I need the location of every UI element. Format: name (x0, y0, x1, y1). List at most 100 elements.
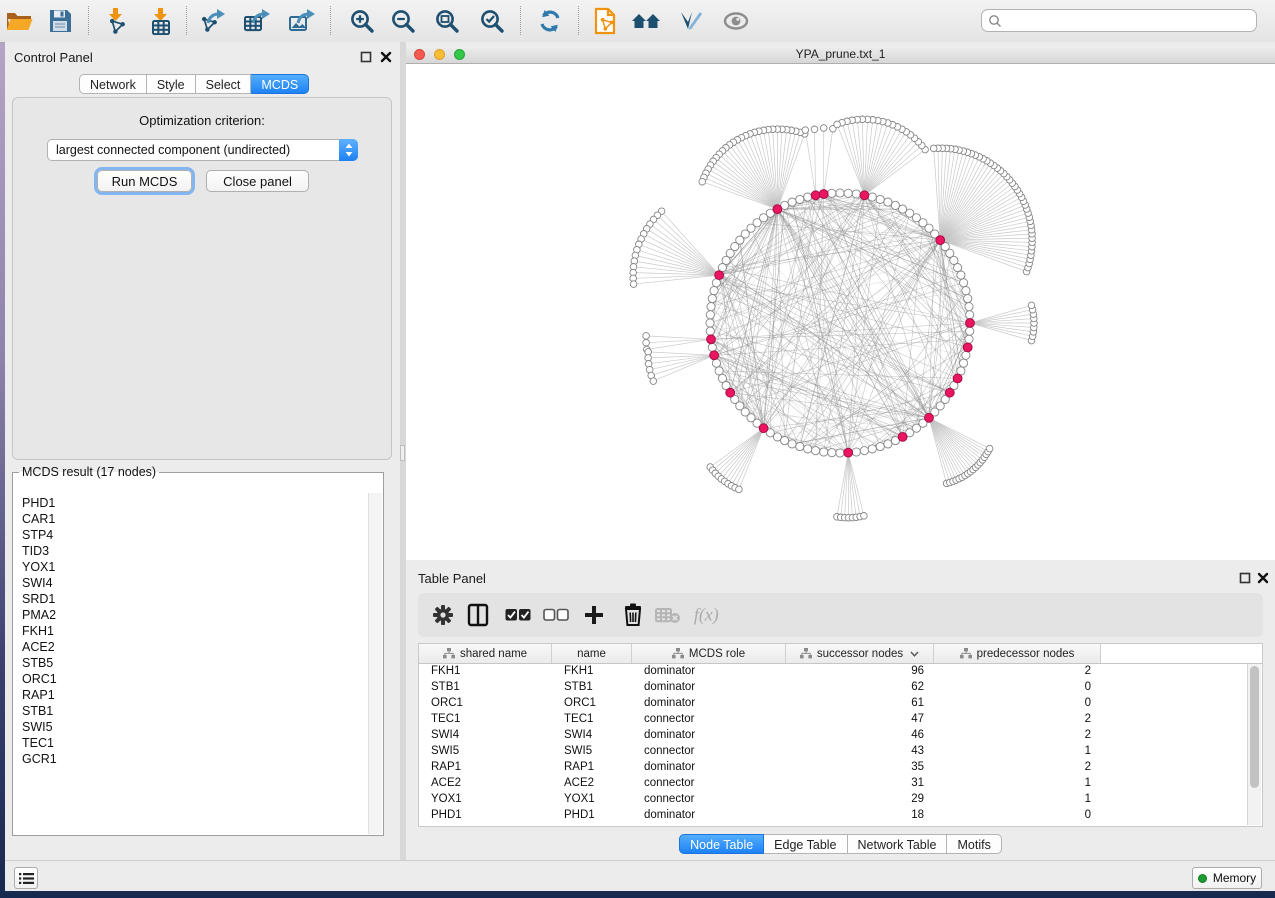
search-box[interactable] (981, 9, 1257, 32)
delete-column-icon[interactable] (617, 599, 649, 631)
table-row[interactable]: STB1STB1dominator620 (419, 680, 1262, 696)
tab-edge-table[interactable]: Edge Table (764, 834, 847, 854)
cell-MCDS-role[interactable]: connector (632, 744, 786, 760)
memory-button[interactable]: Memory (1192, 867, 1262, 889)
cell-name[interactable]: ORC1 (552, 696, 632, 712)
mcds-node-item[interactable]: ACE2 (15, 639, 368, 655)
table-row[interactable]: TEC1TEC1connector472 (419, 712, 1262, 728)
table-scrollbar-thumb[interactable] (1250, 666, 1259, 788)
select-all-icon[interactable] (502, 599, 534, 631)
table-row[interactable]: ORC1ORC1dominator610 (419, 696, 1262, 712)
cell-successor-nodes[interactable]: 96 (786, 664, 934, 680)
cell-name[interactable]: SWI5 (552, 744, 632, 760)
run-mcds-button[interactable]: Run MCDS (97, 170, 192, 192)
close-table-panel-icon[interactable] (1257, 572, 1269, 584)
cell-MCDS-role[interactable]: dominator (632, 760, 786, 776)
float-table-panel-icon[interactable] (1239, 572, 1251, 584)
zoom-out-icon[interactable] (387, 5, 419, 37)
mcds-result-list[interactable]: PHD1CAR1STP4TID3YOX1SWI4SRD1PMA2FKH1ACE2… (15, 495, 368, 833)
deselect-all-icon[interactable] (540, 599, 572, 631)
show-columns-icon[interactable] (462, 599, 494, 631)
cell-MCDS-role[interactable]: dominator (632, 680, 786, 696)
tab-motifs[interactable]: Motifs (947, 834, 1001, 854)
cell-MCDS-role[interactable]: dominator (632, 728, 786, 744)
cell-predecessor-nodes[interactable]: 2 (934, 664, 1101, 680)
cell-successor-nodes[interactable]: 43 (786, 744, 934, 760)
export-network-icon[interactable] (196, 5, 228, 37)
cell-name[interactable]: PHD1 (552, 808, 632, 824)
export-image-icon[interactable] (286, 5, 318, 37)
cell-name[interactable]: YOX1 (552, 792, 632, 808)
close-window-icon[interactable] (414, 49, 425, 60)
cell-predecessor-nodes[interactable]: 1 (934, 744, 1101, 760)
mcds-node-item[interactable]: FKH1 (15, 623, 368, 639)
tab-style[interactable]: Style (147, 74, 196, 94)
mcds-node-item[interactable]: PHD1 (15, 495, 368, 511)
show-hide-icon[interactable] (720, 5, 752, 37)
cell-predecessor-nodes[interactable]: 2 (934, 728, 1101, 744)
cell-predecessor-nodes[interactable]: 1 (934, 792, 1101, 808)
cell-MCDS-role[interactable]: connector (632, 776, 786, 792)
search-input[interactable] (1007, 13, 1250, 29)
vizmap-icon[interactable] (675, 5, 707, 37)
cell-name[interactable]: TEC1 (552, 712, 632, 728)
table-row[interactable]: YOX1YOX1connector291 (419, 792, 1262, 808)
column-header-predecessor-nodes[interactable]: predecessor nodes (934, 644, 1101, 663)
table-row[interactable]: SWI4SWI4dominator462 (419, 728, 1262, 744)
table-row[interactable]: FKH1FKH1dominator962 (419, 664, 1262, 680)
save-session-icon[interactable] (44, 5, 76, 37)
column-header-shared-name[interactable]: shared name (419, 644, 552, 663)
cell-successor-nodes[interactable]: 46 (786, 728, 934, 744)
tab-network[interactable]: Network (79, 74, 147, 94)
mcds-node-item[interactable]: PMA2 (15, 607, 368, 623)
cell-successor-nodes[interactable]: 61 (786, 696, 934, 712)
cell-MCDS-role[interactable]: connector (632, 792, 786, 808)
tab-node-table[interactable]: Node Table (679, 834, 764, 854)
table-row[interactable]: RAP1RAP1dominator352 (419, 760, 1262, 776)
cell-predecessor-nodes[interactable]: 0 (934, 680, 1101, 696)
mcds-list-scrollbar[interactable] (368, 493, 382, 834)
network-canvas[interactable] (406, 64, 1275, 560)
mcds-node-item[interactable]: TID3 (15, 543, 368, 559)
first-neighbors-icon[interactable] (630, 5, 662, 37)
cell-successor-nodes[interactable]: 18 (786, 808, 934, 824)
mcds-node-item[interactable]: STB5 (15, 655, 368, 671)
mcds-node-item[interactable]: ORC1 (15, 671, 368, 687)
cell-name[interactable]: SWI4 (552, 728, 632, 744)
cell-predecessor-nodes[interactable]: 2 (934, 712, 1101, 728)
zoom-fit-icon[interactable] (431, 5, 463, 37)
cell-successor-nodes[interactable]: 62 (786, 680, 934, 696)
cell-name[interactable]: FKH1 (552, 664, 632, 680)
cell-successor-nodes[interactable]: 29 (786, 792, 934, 808)
mcds-node-item[interactable]: SWI4 (15, 575, 368, 591)
float-panel-icon[interactable] (360, 51, 372, 63)
add-column-icon[interactable] (578, 599, 610, 631)
cell-shared-name[interactable]: SWI5 (419, 744, 552, 760)
mcds-node-item[interactable]: STB1 (15, 703, 368, 719)
cell-predecessor-nodes[interactable]: 2 (934, 760, 1101, 776)
cell-name[interactable]: ACE2 (552, 776, 632, 792)
mcds-node-item[interactable]: SRD1 (15, 591, 368, 607)
open-session-icon[interactable] (3, 5, 35, 37)
tab-network-table[interactable]: Network Table (848, 834, 948, 854)
cell-shared-name[interactable]: STB1 (419, 680, 552, 696)
mcds-node-item[interactable]: STP4 (15, 527, 368, 543)
mcds-node-item[interactable]: YOX1 (15, 559, 368, 575)
cell-shared-name[interactable]: YOX1 (419, 792, 552, 808)
cell-successor-nodes[interactable]: 31 (786, 776, 934, 792)
table-row[interactable]: ACE2ACE2connector311 (419, 776, 1262, 792)
cell-MCDS-role[interactable]: dominator (632, 664, 786, 680)
cell-successor-nodes[interactable]: 47 (786, 712, 934, 728)
table-row[interactable]: PHD1PHD1dominator180 (419, 808, 1262, 824)
cell-name[interactable]: STB1 (552, 680, 632, 696)
zoom-in-icon[interactable] (346, 5, 378, 37)
cell-shared-name[interactable]: TEC1 (419, 712, 552, 728)
splitter-grip[interactable] (400, 445, 405, 461)
cell-predecessor-nodes[interactable]: 0 (934, 696, 1101, 712)
cell-predecessor-nodes[interactable]: 0 (934, 808, 1101, 824)
cell-predecessor-nodes[interactable]: 1 (934, 776, 1101, 792)
cell-shared-name[interactable]: ORC1 (419, 696, 552, 712)
cell-shared-name[interactable]: PHD1 (419, 808, 552, 824)
cell-name[interactable]: RAP1 (552, 760, 632, 776)
mcds-node-item[interactable]: SWI5 (15, 719, 368, 735)
